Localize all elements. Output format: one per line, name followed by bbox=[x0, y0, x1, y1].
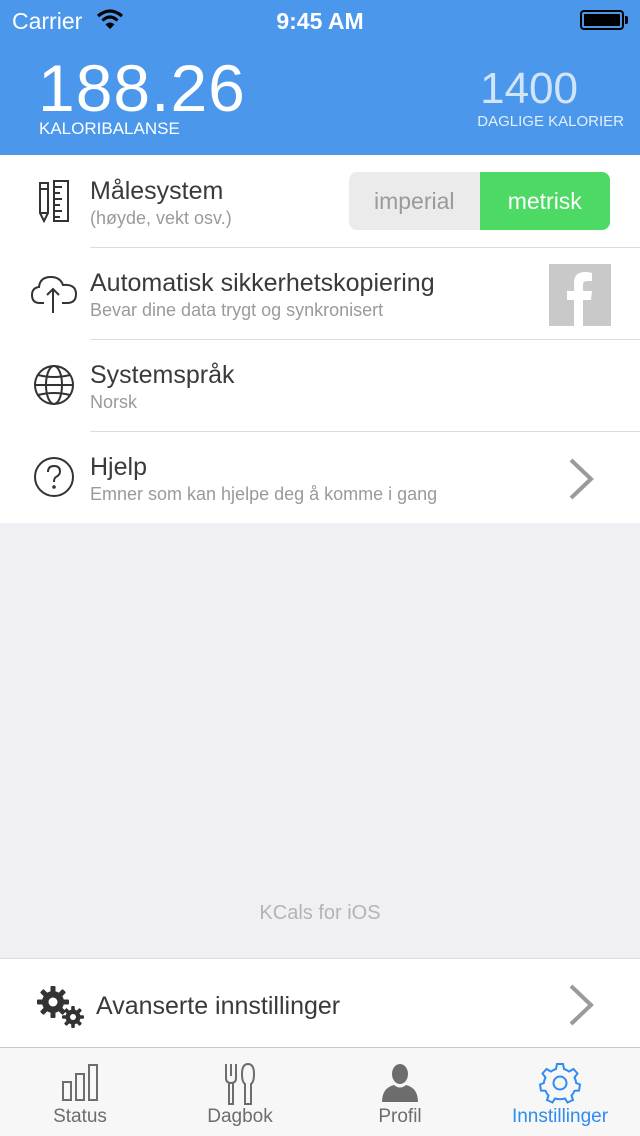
fork-knife-icon bbox=[225, 1062, 256, 1105]
facebook-icon[interactable] bbox=[549, 264, 611, 326]
gear-icon bbox=[539, 1063, 581, 1104]
unit-system-toggle[interactable]: imperial metrisk bbox=[349, 172, 610, 230]
imperial-option[interactable]: imperial bbox=[349, 172, 480, 230]
tab-diary[interactable]: Dagbok bbox=[160, 1048, 320, 1136]
clock: 9:45 AM bbox=[276, 8, 364, 34]
daily-calories-label: DAGLIGE KALORIER bbox=[477, 113, 624, 130]
units-title: Målesystem bbox=[90, 177, 224, 205]
backup-row[interactable]: Automatisk sikkerhetskopiering Bevar din… bbox=[0, 247, 640, 339]
battery-icon bbox=[580, 10, 628, 30]
bar-chart-icon bbox=[62, 1064, 98, 1101]
cloud-upload-icon bbox=[30, 275, 78, 313]
help-icon bbox=[34, 457, 74, 497]
backup-title: Automatisk sikkerhetskopiering bbox=[90, 269, 435, 297]
settings-list: Målesystem (høyde, vekt osv.) imperial m… bbox=[0, 155, 640, 523]
tab-settings-label: Innstillinger bbox=[511, 1106, 609, 1127]
backup-subtitle: Bevar dine data trygt og synkronisert bbox=[90, 300, 384, 320]
tab-profile-label: Profil bbox=[378, 1106, 422, 1127]
tab-settings[interactable]: Innstillinger bbox=[480, 1048, 640, 1136]
tab-diary-label: Dagbok bbox=[207, 1106, 273, 1127]
tab-profile[interactable]: Profil bbox=[320, 1048, 480, 1136]
tab-status[interactable]: Status bbox=[0, 1048, 160, 1136]
status-bar: Carrier 9:45 AM bbox=[0, 0, 640, 40]
help-row[interactable]: Hjelp Emner som kan hjelpe deg å komme i… bbox=[0, 431, 640, 523]
metric-option[interactable]: metrisk bbox=[479, 172, 610, 230]
person-icon bbox=[382, 1064, 418, 1102]
units-row: Målesystem (høyde, vekt osv.) imperial m… bbox=[0, 155, 640, 247]
calorie-balance-label: KALORIBALANSE bbox=[39, 119, 180, 138]
chevron-right-icon bbox=[569, 458, 594, 500]
language-row[interactable]: Systemspråk Norsk bbox=[0, 339, 640, 431]
ruler-pencil-icon bbox=[39, 180, 69, 224]
help-subtitle: Emner som kan hjelpe deg å komme i gang bbox=[90, 484, 438, 504]
help-title: Hjelp bbox=[90, 453, 147, 481]
globe-icon bbox=[34, 365, 74, 405]
tab-status-label: Status bbox=[53, 1106, 107, 1127]
daily-calories-value: 1400 bbox=[480, 64, 578, 113]
advanced-settings-row[interactable]: Avanserte innstillinger bbox=[0, 958, 640, 1047]
chevron-right-icon bbox=[569, 984, 594, 1026]
gears-icon bbox=[37, 986, 84, 1028]
tab-bar: Status Dagbok Profil Innstillinger bbox=[0, 1047, 640, 1136]
advanced-settings-label: Avanserte innstillinger bbox=[96, 992, 341, 1020]
calorie-balance-value: 188.26 bbox=[38, 51, 246, 125]
language-title: Systemspråk bbox=[90, 361, 235, 389]
units-subtitle: (høyde, vekt osv.) bbox=[90, 208, 232, 228]
header: Carrier 9:45 AM 188.26 KALORIBALANSE 140… bbox=[0, 0, 640, 155]
language-value: Norsk bbox=[90, 392, 138, 412]
app-credit: KCals for iOS bbox=[259, 902, 381, 924]
